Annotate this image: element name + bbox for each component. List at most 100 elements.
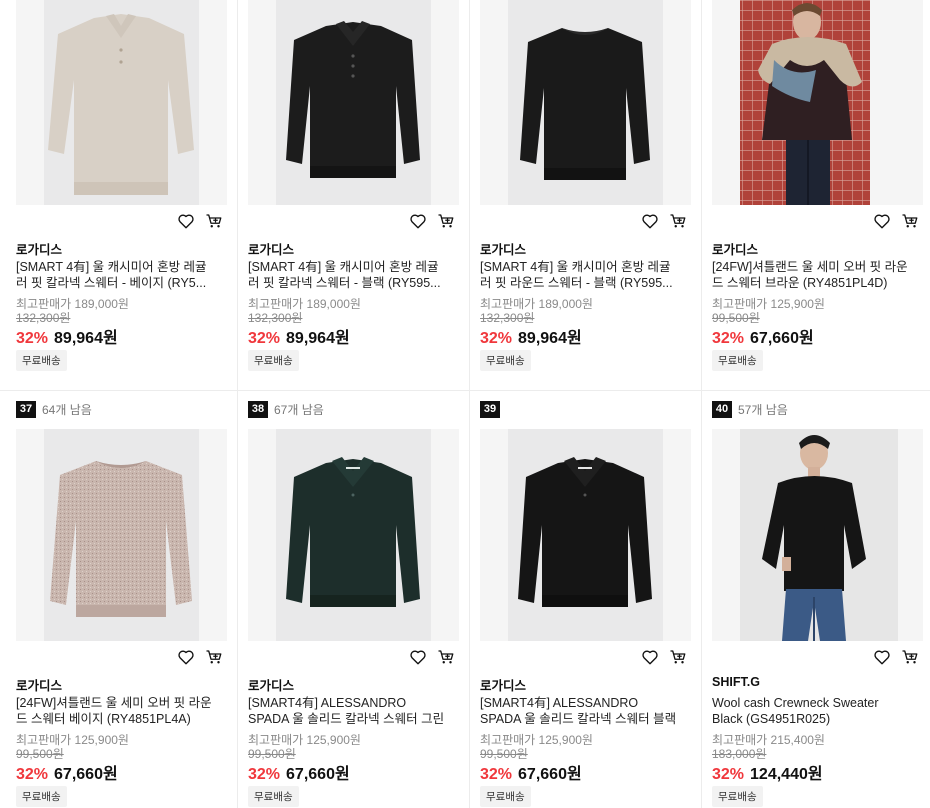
column-divider [701, 0, 702, 808]
sale-price: 67,660원 [54, 766, 118, 783]
cart-icon[interactable] [205, 648, 223, 666]
product-card[interactable]: 38 67개 남음 로가디스 [SMART4有] ALESSANDRO SPAD… [248, 400, 459, 808]
heart-outline-icon[interactable] [641, 212, 659, 230]
column-divider [469, 0, 470, 808]
discount-rate: 32% [480, 766, 513, 783]
polo-sweater-image [286, 457, 420, 607]
product-card[interactable]: 로가디스 [SMART 4有] 울 캐시미어 혼방 레귤러 핏 칼라넥 스웨터 … [16, 0, 227, 390]
product-card[interactable]: 39 로가디스 [SMART4有] ALESSANDRO SPADA 울 솔리드… [480, 400, 691, 808]
product-title[interactable]: [SMART 4有] 울 캐시미어 혼방 레귤러 핏 칼라넥 스웨터 - 블랙 … [248, 259, 448, 291]
product-grid: 로가디스 [SMART 4有] 울 캐시미어 혼방 레귤러 핏 칼라넥 스웨터 … [0, 0, 930, 808]
sale-price: 89,964원 [54, 330, 118, 347]
product-image[interactable] [480, 0, 691, 205]
rank-badge: 38 [248, 400, 268, 418]
product-image[interactable] [248, 0, 459, 205]
cart-icon[interactable] [669, 212, 687, 230]
card-actions [177, 648, 223, 666]
polo-sweater-image [286, 21, 420, 178]
price-row: 32% 67,660원 [248, 760, 350, 784]
product-card[interactable]: 로가디스 [24FW]셔틀랜드 울 세미 오버 핏 라운드 스웨터 브라운 (R… [712, 0, 923, 390]
free-shipping-badge: 무료배송 [248, 786, 299, 807]
discount-rate: 32% [16, 330, 49, 347]
product-image[interactable] [712, 429, 923, 641]
brand-name[interactable]: 로가디스 [712, 239, 758, 258]
brand-name[interactable]: 로가디스 [248, 239, 294, 258]
product-title[interactable]: [SMART4有] ALESSANDRO SPADA 울 솔리드 칼라넥 스웨터… [248, 695, 448, 727]
rank-row: 39 [480, 400, 506, 418]
stock-remaining: 64개 남음 [42, 402, 92, 417]
card-actions [641, 648, 687, 666]
cart-icon[interactable] [437, 648, 455, 666]
polo-sweater-image [518, 457, 652, 607]
cart-icon[interactable] [901, 212, 919, 230]
product-card[interactable]: 로가디스 [SMART 4有] 울 캐시미어 혼방 레귤러 핏 라운드 스웨터 … [480, 0, 691, 390]
price-row: 32% 89,964원 [16, 324, 118, 348]
sale-price: 124,440원 [750, 766, 823, 783]
crewneck-sweater-image [50, 461, 192, 617]
rank-row: 40 57개 남음 [712, 400, 788, 418]
price-row: 32% 67,660원 [16, 760, 118, 784]
heart-outline-icon[interactable] [641, 648, 659, 666]
product-title[interactable]: [24FW]셔틀랜드 울 세미 오버 핏 라운드 스웨터 베이지 (RY4851… [16, 695, 216, 727]
brand-name[interactable]: 로가디스 [248, 675, 294, 694]
rank-row: 37 64개 남음 [16, 400, 92, 418]
price-row: 32% 89,964원 [480, 324, 582, 348]
free-shipping-badge: 무료배송 [480, 786, 531, 807]
discount-rate: 32% [248, 766, 281, 783]
card-actions [641, 212, 687, 230]
model-photo-image [740, 0, 870, 205]
product-image[interactable] [712, 0, 923, 205]
heart-outline-icon[interactable] [409, 648, 427, 666]
discount-rate: 32% [16, 766, 49, 783]
product-title[interactable]: [SMART 4有] 울 캐시미어 혼방 레귤러 핏 칼라넥 스웨터 - 베이지… [16, 259, 216, 291]
cart-icon[interactable] [205, 212, 223, 230]
rank-badge: 39 [480, 400, 500, 418]
free-shipping-badge: 무료배송 [712, 786, 763, 807]
free-shipping-badge: 무료배송 [480, 350, 531, 371]
heart-outline-icon[interactable] [873, 648, 891, 666]
discount-rate: 32% [248, 330, 281, 347]
card-actions [409, 648, 455, 666]
rank-row: 38 67개 남음 [248, 400, 324, 418]
brand-name[interactable]: 로가디스 [16, 239, 62, 258]
discount-rate: 32% [480, 330, 513, 347]
discount-rate: 32% [712, 330, 745, 347]
heart-outline-icon[interactable] [177, 212, 195, 230]
cart-icon[interactable] [901, 648, 919, 666]
product-title[interactable]: [SMART4有] ALESSANDRO SPADA 울 솔리드 칼라넥 스웨터… [480, 695, 680, 727]
heart-outline-icon[interactable] [409, 212, 427, 230]
product-image[interactable] [16, 429, 227, 641]
cart-icon[interactable] [669, 648, 687, 666]
product-image[interactable] [16, 0, 227, 205]
rank-badge: 40 [712, 400, 732, 418]
sale-price: 89,964원 [518, 330, 582, 347]
sale-price: 67,660원 [518, 766, 582, 783]
heart-outline-icon[interactable] [873, 212, 891, 230]
brand-name[interactable]: SHIFT.G [712, 675, 760, 689]
product-card[interactable]: 로가디스 [SMART 4有] 울 캐시미어 혼방 레귤러 핏 칼라넥 스웨터 … [248, 0, 459, 390]
sale-price: 89,964원 [286, 330, 350, 347]
product-image[interactable] [480, 429, 691, 641]
brand-name[interactable]: 로가디스 [480, 675, 526, 694]
brand-name[interactable]: 로가디스 [16, 675, 62, 694]
free-shipping-badge: 무료배송 [16, 786, 67, 807]
polo-sweater-image [48, 14, 194, 195]
rank-badge: 37 [16, 400, 36, 418]
discount-rate: 32% [712, 766, 745, 783]
price-row: 32% 89,964원 [248, 324, 350, 348]
product-title[interactable]: [24FW]셔틀랜드 울 세미 오버 핏 라운드 스웨터 브라운 (RY4851… [712, 259, 912, 291]
product-card[interactable]: 37 64개 남음 로가디스 [24FW]셔틀랜드 울 세미 오버 핏 라운드 … [16, 400, 227, 808]
free-shipping-badge: 무료배송 [16, 350, 67, 371]
price-row: 32% 124,440원 [712, 760, 823, 784]
stock-remaining: 57개 남음 [738, 402, 788, 417]
product-image[interactable] [248, 429, 459, 641]
product-title[interactable]: [SMART 4有] 울 캐시미어 혼방 레귤러 핏 라운드 스웨터 - 블랙 … [480, 259, 680, 291]
heart-outline-icon[interactable] [177, 648, 195, 666]
brand-name[interactable]: 로가디스 [480, 239, 526, 258]
cart-icon[interactable] [437, 212, 455, 230]
product-card[interactable]: 40 57개 남음 SHIFT.G Wool cash Crewneck Swe… [712, 400, 923, 808]
model-photo-image [740, 429, 898, 641]
card-actions [409, 212, 455, 230]
product-title[interactable]: Wool cash Crewneck Sweater Black (GS4951… [712, 695, 912, 727]
column-divider [237, 0, 238, 808]
